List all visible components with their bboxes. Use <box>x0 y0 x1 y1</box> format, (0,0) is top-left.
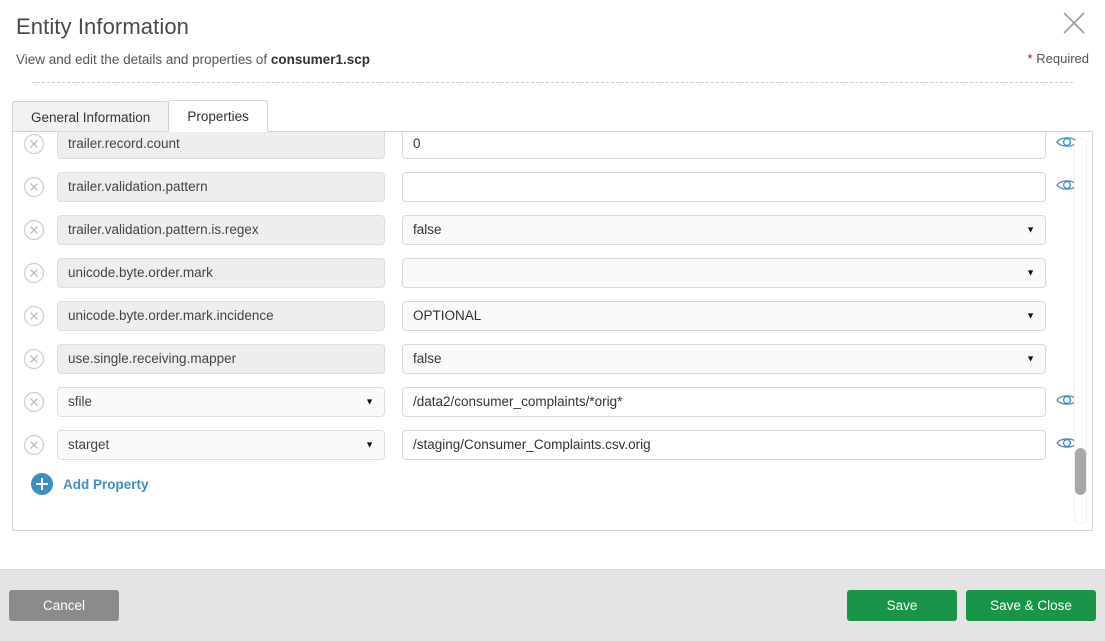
subtitle-text: View and edit the details and properties… <box>16 52 271 67</box>
property-name-selected: starget <box>68 436 110 452</box>
page-title: Entity Information <box>16 14 189 39</box>
property-value-cell: false ▼ <box>402 214 1082 245</box>
save-button[interactable]: Save <box>847 590 957 621</box>
remove-circle-icon[interactable] <box>23 219 45 241</box>
chevron-down-icon: ▼ <box>1026 353 1035 363</box>
add-property-button[interactable]: Add Property <box>13 466 149 495</box>
footer-actions: Save Save & Close <box>847 590 1096 621</box>
header-divider <box>32 82 1073 83</box>
table-row: sfile ▼ /data2/consumer_complaints/*orig… <box>13 380 1092 423</box>
save-and-close-button[interactable]: Save & Close <box>966 590 1096 621</box>
property-name-selected: sfile <box>68 393 93 409</box>
property-name-field[interactable]: trailer.record.count <box>57 132 385 159</box>
remove-circle-icon[interactable] <box>23 305 45 327</box>
property-value-cell: false ▼ <box>402 343 1082 374</box>
required-note: * Required <box>1028 51 1089 66</box>
property-name-field[interactable]: trailer.validation.pattern <box>57 171 385 202</box>
property-value-input[interactable]: /staging/Consumer_Complaints.csv.orig <box>402 429 1046 460</box>
property-value-select[interactable]: false ▼ <box>402 214 1046 245</box>
table-row: starget ▼ /staging/Consumer_Complaints.c… <box>13 423 1092 466</box>
tab-general-information[interactable]: General Information <box>12 101 170 132</box>
property-name-field[interactable]: unicode.byte.order.mark.incidence <box>57 300 385 331</box>
dialog-header: Entity Information View and edit the det… <box>0 0 1105 83</box>
remove-circle-icon[interactable] <box>23 133 45 155</box>
remove-circle-icon[interactable] <box>23 348 45 370</box>
chevron-down-icon: ▼ <box>365 439 374 449</box>
property-value-cell: /staging/Consumer_Complaints.csv.orig <box>402 429 1082 460</box>
property-value-select[interactable]: false ▼ <box>402 343 1046 374</box>
dialog-footer: Cancel Save Save & Close <box>0 569 1105 641</box>
remove-circle-icon[interactable] <box>23 391 45 413</box>
property-name-field[interactable]: unicode.byte.order.mark <box>57 257 385 288</box>
table-row: trailer.validation.pattern <box>13 165 1092 208</box>
property-value-input[interactable]: /data2/consumer_complaints/*orig* <box>402 386 1046 417</box>
property-value-selected: OPTIONAL <box>413 307 482 323</box>
add-property-label: Add Property <box>63 476 149 492</box>
required-label: Required <box>1036 51 1089 66</box>
cancel-button[interactable]: Cancel <box>9 590 119 621</box>
property-value-cell: OPTIONAL ▼ <box>402 300 1082 331</box>
properties-panel: trailer.record.count 0 trailer.validatio… <box>12 131 1093 531</box>
property-name-field[interactable]: use.single.receiving.mapper <box>57 343 385 374</box>
required-asterisk: * <box>1027 51 1033 66</box>
close-icon[interactable] <box>1059 8 1089 38</box>
property-value-selected: false <box>413 221 442 237</box>
tab-label: Properties <box>187 109 249 124</box>
property-value-cell: 0 <box>402 132 1082 159</box>
scrollbar-thumb[interactable] <box>1075 448 1086 495</box>
property-name-select[interactable]: starget ▼ <box>57 429 385 460</box>
property-value-select[interactable]: ▼ <box>402 257 1046 288</box>
property-name-select[interactable]: sfile ▼ <box>57 386 385 417</box>
subtitle-entity-name: consumer1.scp <box>270 52 370 67</box>
properties-list: trailer.record.count 0 trailer.validatio… <box>13 132 1092 495</box>
remove-circle-icon[interactable] <box>23 262 45 284</box>
property-value-input[interactable] <box>402 171 1046 202</box>
table-row: unicode.byte.order.mark.incidence OPTION… <box>13 294 1092 337</box>
property-name-field[interactable]: trailer.validation.pattern.is.regex <box>57 214 385 245</box>
chevron-down-icon: ▼ <box>1026 310 1035 320</box>
tabs-container: General Information Properties <box>12 100 1093 132</box>
table-row: trailer.record.count 0 <box>13 132 1092 165</box>
property-value-cell: ▼ <box>402 257 1082 288</box>
tab-list: General Information Properties <box>12 100 1093 132</box>
remove-circle-icon[interactable] <box>23 434 45 456</box>
property-value-cell <box>402 171 1082 202</box>
dialog-subtitle: View and edit the details and properties… <box>16 51 1089 69</box>
plus-circle-icon <box>31 473 53 495</box>
table-row: unicode.byte.order.mark ▼ <box>13 251 1092 294</box>
properties-scrollbar[interactable] <box>1074 138 1087 524</box>
entity-information-dialog: Entity Information View and edit the det… <box>0 0 1105 641</box>
property-value-cell: /data2/consumer_complaints/*orig* <box>402 386 1082 417</box>
property-value-select[interactable]: OPTIONAL ▼ <box>402 300 1046 331</box>
chevron-down-icon: ▼ <box>1026 224 1035 234</box>
chevron-down-icon: ▼ <box>1026 267 1035 277</box>
properties-scroll-area: trailer.record.count 0 trailer.validatio… <box>13 132 1092 530</box>
table-row: use.single.receiving.mapper false ▼ <box>13 337 1092 380</box>
property-value-selected: false <box>413 350 442 366</box>
table-row: trailer.validation.pattern.is.regex fals… <box>13 208 1092 251</box>
tab-label: General Information <box>31 110 151 125</box>
remove-circle-icon[interactable] <box>23 176 45 198</box>
tab-properties[interactable]: Properties <box>168 100 268 132</box>
property-value-input[interactable]: 0 <box>402 132 1046 159</box>
chevron-down-icon: ▼ <box>365 396 374 406</box>
